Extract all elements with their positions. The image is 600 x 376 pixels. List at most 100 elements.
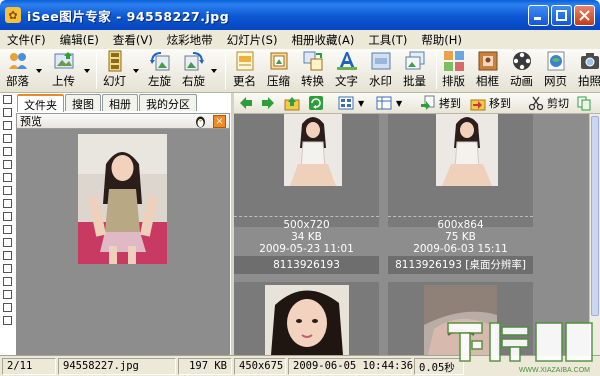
preview-close-icon[interactable]: × bbox=[213, 115, 226, 128]
batch-button[interactable]: 批量 bbox=[403, 50, 426, 89]
menu-edit[interactable]: 编辑(E) bbox=[53, 32, 106, 48]
slideshow-dropdown-icon[interactable] bbox=[133, 69, 139, 73]
tab-my-partition[interactable]: 我的分区 bbox=[139, 94, 197, 111]
tab-search-images[interactable]: 搜图 bbox=[65, 94, 101, 111]
upload-dropdown-icon[interactable] bbox=[84, 69, 90, 73]
menu-tools[interactable]: 工具(T) bbox=[361, 32, 414, 48]
status-time: 0.05秒 bbox=[414, 357, 464, 375]
thumbnail-item[interactable]: 500x720 34 KB 2009-05-23 11:01 bbox=[234, 114, 379, 256]
view-mode-button[interactable]: ▼ bbox=[338, 95, 364, 111]
strip-checkbox[interactable] bbox=[3, 186, 12, 195]
view-mode-dropdown-icon[interactable]: ▼ bbox=[358, 99, 364, 108]
copy-to-button[interactable]: 拷到 bbox=[420, 95, 461, 111]
menu-file[interactable]: 文件(F) bbox=[0, 32, 53, 48]
strip-checkbox[interactable] bbox=[3, 121, 12, 130]
preview-area bbox=[16, 129, 230, 355]
strip-checkbox[interactable] bbox=[3, 251, 12, 260]
thumbnail-item[interactable]: 600x864 75 KB 2009-06-03 15:11 bbox=[388, 114, 533, 256]
strip-checkbox[interactable] bbox=[3, 95, 12, 104]
grid-sort-icon bbox=[376, 96, 392, 110]
up-folder-icon bbox=[284, 97, 300, 111]
thumbnail-view-icon bbox=[338, 96, 354, 110]
maximize-button[interactable] bbox=[551, 5, 572, 26]
rotate-dropdown-icon[interactable] bbox=[211, 69, 217, 73]
refresh-button[interactable] bbox=[308, 95, 324, 111]
tribe-dropdown-icon[interactable] bbox=[36, 69, 42, 73]
cut-button[interactable]: 剪切 bbox=[528, 95, 569, 111]
thumbnail-image bbox=[284, 114, 342, 186]
thumbnail-image bbox=[265, 285, 349, 355]
thumbnail-image bbox=[436, 114, 498, 186]
close-button[interactable] bbox=[574, 5, 595, 26]
strip-checkbox[interactable] bbox=[3, 290, 12, 299]
webpage-button[interactable]: 网页 bbox=[544, 50, 567, 89]
toolbar-separator bbox=[96, 53, 97, 89]
left-tabs: 文件夹 搜图 相册 我的分区 bbox=[17, 94, 198, 112]
rotate-left-button[interactable]: 左旋 bbox=[148, 50, 171, 89]
frame-button[interactable]: 相框 bbox=[476, 50, 499, 89]
rotate-right-button[interactable]: 右旋 bbox=[182, 50, 205, 89]
strip-checkbox[interactable] bbox=[3, 173, 12, 182]
menu-view[interactable]: 查看(V) bbox=[106, 32, 160, 48]
watermark-label: 水印 bbox=[369, 74, 392, 88]
menu-album[interactable]: 相册收藏(A) bbox=[284, 32, 361, 48]
strip-checkbox[interactable] bbox=[3, 225, 12, 234]
strip-checkbox[interactable] bbox=[3, 212, 12, 221]
window-title: iSee图片专家 - 94558227.jpg bbox=[27, 8, 230, 24]
strip-checkbox[interactable] bbox=[3, 147, 12, 156]
minimize-button[interactable] bbox=[528, 5, 549, 26]
layout-button[interactable]: 排版 bbox=[442, 50, 465, 89]
strip-checkbox[interactable] bbox=[3, 160, 12, 169]
thumbnail-item[interactable] bbox=[388, 282, 533, 355]
tab-albums[interactable]: 相册 bbox=[102, 94, 138, 111]
thumbnail-grid: 500x720 34 KB 2009-05-23 11:01 811392619… bbox=[234, 114, 589, 355]
menu-color-zone[interactable]: 炫彩地带 bbox=[160, 32, 220, 48]
scrollbar-thumb[interactable] bbox=[591, 116, 599, 316]
camera-button[interactable]: 拍照 bbox=[578, 50, 600, 89]
vertical-scrollbar[interactable] bbox=[589, 114, 600, 355]
copy-button[interactable] bbox=[576, 95, 592, 111]
convert-button[interactable]: 转换 bbox=[301, 50, 324, 89]
toolbar-separator bbox=[225, 53, 226, 89]
tab-folders[interactable]: 文件夹 bbox=[17, 94, 64, 112]
strip-checkbox[interactable] bbox=[3, 134, 12, 143]
webpage-label: 网页 bbox=[544, 74, 567, 88]
strip-checkbox[interactable] bbox=[3, 238, 12, 247]
forward-button[interactable] bbox=[260, 95, 276, 111]
back-button[interactable] bbox=[238, 95, 254, 111]
frame-icon bbox=[478, 51, 497, 71]
strip-checkbox[interactable] bbox=[3, 303, 12, 312]
rename-button[interactable]: 更名 bbox=[233, 50, 256, 89]
sort-dropdown-icon[interactable]: ▼ bbox=[396, 99, 402, 108]
webpage-icon bbox=[547, 51, 564, 71]
tribe-button[interactable]: 部落 bbox=[6, 50, 29, 89]
thumbnail-item[interactable] bbox=[234, 282, 379, 355]
convert-icon bbox=[303, 51, 322, 71]
strip-checkbox[interactable] bbox=[3, 264, 12, 273]
minimize-icon bbox=[534, 17, 541, 20]
convert-label: 转换 bbox=[301, 74, 324, 88]
tribe-label: 部落 bbox=[6, 74, 29, 88]
menu-help[interactable]: 帮助(H) bbox=[414, 32, 469, 48]
animation-icon bbox=[512, 52, 531, 70]
toolbar-separator bbox=[436, 53, 437, 89]
qq-penguin-icon[interactable] bbox=[194, 115, 207, 128]
compress-button[interactable]: 压缩 bbox=[267, 50, 290, 89]
upload-button[interactable]: 上传 bbox=[52, 50, 75, 89]
left-panel: 文件夹 搜图 相册 我的分区 预览 × bbox=[0, 93, 231, 355]
slideshow-button[interactable]: 幻灯 bbox=[103, 50, 126, 89]
text-button[interactable]: 文字 bbox=[335, 50, 358, 89]
strip-checkbox[interactable] bbox=[3, 108, 12, 117]
strip-checkbox[interactable] bbox=[3, 316, 12, 325]
thumbnail-caption: 8113926193 [桌面分辨率] bbox=[388, 256, 533, 274]
move-to-button[interactable]: 移到 bbox=[470, 95, 511, 111]
strip-checkbox[interactable] bbox=[3, 277, 12, 286]
menu-slideshow[interactable]: 幻灯片(S) bbox=[220, 32, 285, 48]
sort-button[interactable]: ▼ bbox=[376, 95, 402, 111]
animation-button[interactable]: 动画 bbox=[510, 50, 533, 89]
up-folder-button[interactable] bbox=[284, 95, 300, 111]
upload-label: 上传 bbox=[52, 74, 75, 88]
slideshow-label: 幻灯 bbox=[103, 74, 126, 88]
strip-checkbox[interactable] bbox=[3, 199, 12, 208]
watermark-button[interactable]: 水印 bbox=[369, 50, 392, 89]
